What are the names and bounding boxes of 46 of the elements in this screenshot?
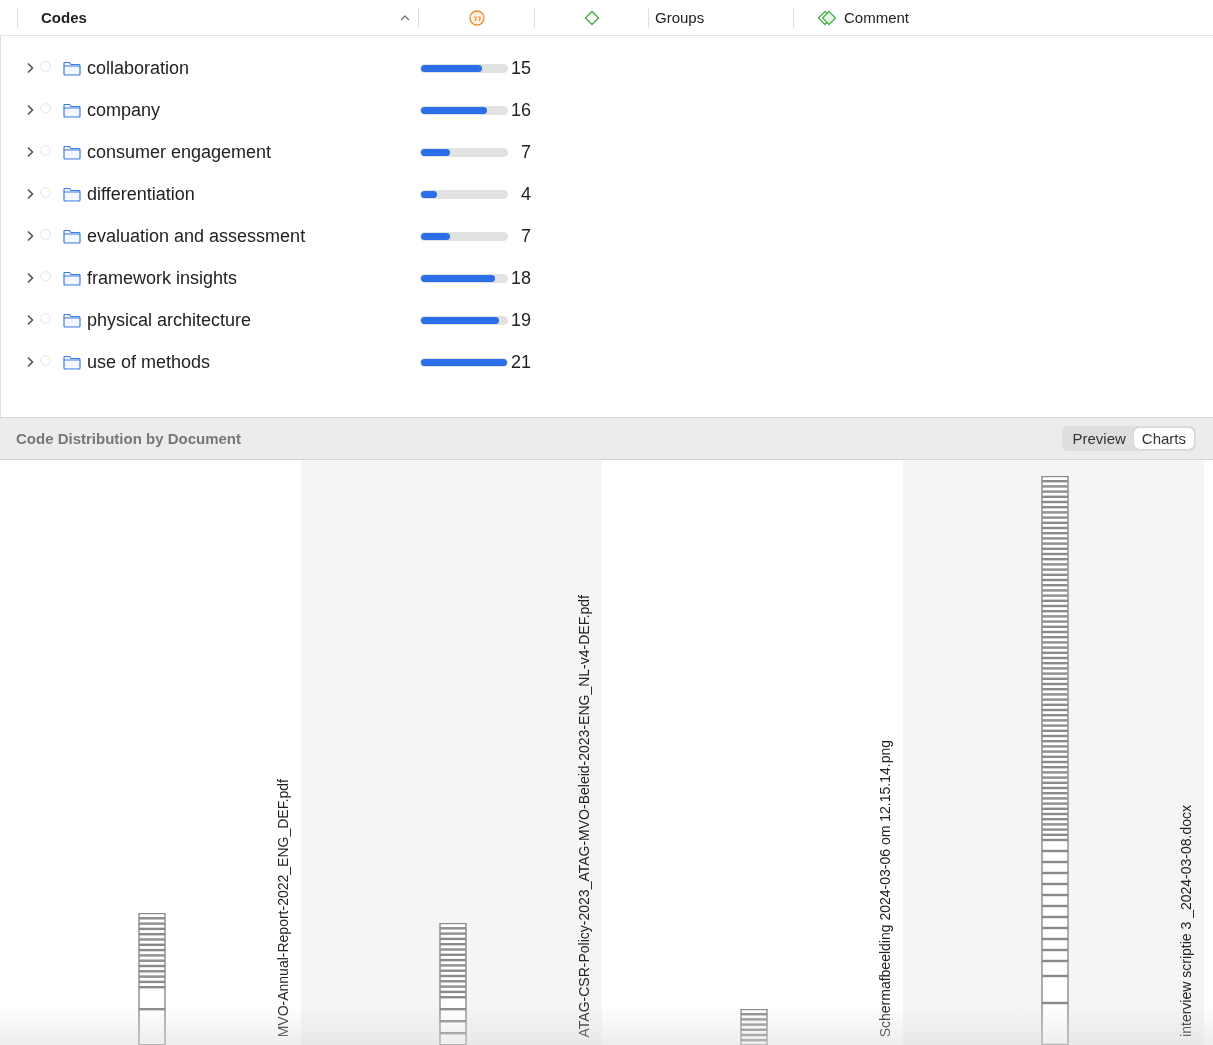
document-label: interview scriptie 3 _2024-03-08.docx [1178, 805, 1194, 1037]
count: 16 [509, 99, 531, 121]
double-diamond-icon[interactable] [818, 9, 836, 26]
folder-icon [63, 60, 81, 76]
count: 4 [520, 183, 531, 205]
count: 21 [509, 351, 531, 373]
document-label: MVO-Annual-Report-2022_ENG_DEF.pdf [275, 778, 291, 1037]
diamond-icon[interactable] [583, 9, 600, 26]
chevron-right-icon[interactable] [26, 314, 34, 326]
folder-icon [63, 312, 81, 328]
column-header[interactable]: Comment [844, 9, 910, 26]
code-name[interactable]: physical architecture [87, 309, 252, 331]
chevron-right-icon[interactable] [26, 356, 34, 368]
count: 15 [509, 57, 531, 79]
chevron-right-icon[interactable] [26, 146, 34, 158]
folder-icon [63, 270, 81, 286]
chevron-up-icon[interactable] [400, 14, 410, 21]
panel-title: Code Distribution by Document [16, 430, 241, 447]
tab[interactable]: Charts [1133, 428, 1194, 449]
chevron-right-icon[interactable] [26, 104, 34, 116]
code-name[interactable]: framework insights [87, 267, 238, 289]
document-label: Schermafbeelding 2024-03-06 om 12.15.14.png [877, 739, 893, 1037]
column-header[interactable]: Groups [655, 9, 705, 26]
count: 18 [509, 267, 531, 289]
chevron-right-icon[interactable] [26, 188, 34, 200]
chevron-right-icon[interactable] [26, 62, 34, 74]
code-name[interactable]: evaluation and assessment [87, 225, 306, 247]
folder-icon [63, 102, 81, 118]
folder-icon [63, 144, 81, 160]
document-label: ATAG-CSR-Policy-2023_ATAG-MVO-Beleid-2023-ENG_NL-v4-DEF.pdf [576, 594, 592, 1037]
code-name[interactable]: use of methods [87, 351, 211, 373]
code-name[interactable]: company [87, 99, 161, 121]
count: 7 [520, 225, 531, 247]
folder-icon [63, 354, 81, 370]
quote-icon[interactable] [468, 9, 485, 26]
count: 19 [509, 309, 531, 331]
count: 7 [520, 141, 531, 163]
chevron-right-icon[interactable] [26, 230, 34, 242]
code-name[interactable]: collaboration [87, 57, 190, 79]
column-header[interactable]: Codes [41, 9, 87, 26]
folder-icon [63, 228, 81, 244]
folder-icon [63, 186, 81, 202]
tab[interactable]: Preview [1064, 428, 1134, 449]
code-name[interactable]: differentiation [87, 183, 195, 205]
chevron-right-icon[interactable] [26, 272, 34, 284]
code-name[interactable]: consumer engagement [87, 141, 272, 163]
